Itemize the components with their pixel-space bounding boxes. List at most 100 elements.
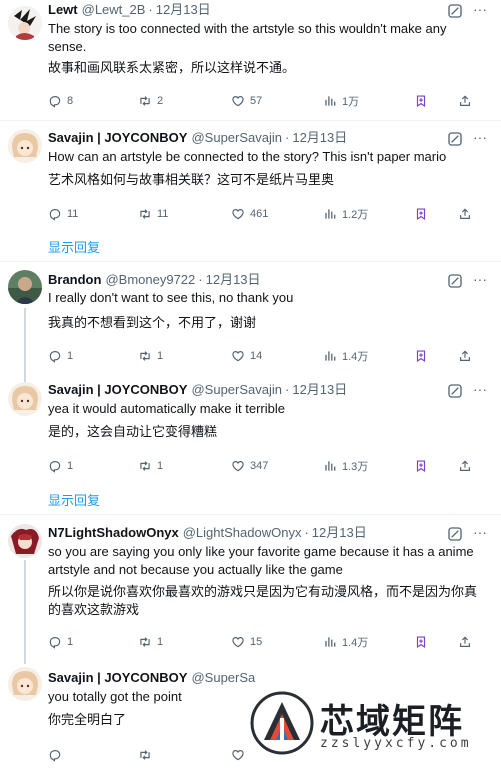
separator-dot: · (285, 382, 290, 397)
bookmark-button[interactable] (414, 205, 433, 223)
timestamp[interactable]: 12月13日 (292, 130, 347, 146)
retweet-count: 11 (157, 208, 169, 220)
bookmark-button[interactable] (414, 92, 433, 110)
timestamp[interactable]: 12月13日 (312, 525, 367, 541)
retweet-button[interactable]: 11 (138, 205, 168, 223)
reply-button[interactable]: 1 (48, 457, 73, 475)
more-icon[interactable]: ··· (471, 525, 489, 543)
avatar-savajin[interactable] (8, 382, 42, 416)
timestamp[interactable]: 12月13日 (206, 272, 261, 288)
retweet-button[interactable]: 1 (138, 457, 163, 475)
tweet-savajin-1[interactable]: Savajin | JOYCONBOY @SuperSavajin · 12月1… (0, 121, 501, 261)
like-button[interactable] (231, 746, 250, 764)
share-button[interactable] (458, 205, 477, 223)
grok-icon[interactable] (447, 526, 463, 542)
avatar-lewt[interactable] (8, 6, 42, 40)
reply-button[interactable]: 1 (48, 633, 73, 651)
views-button[interactable]: 1.4万 (323, 347, 368, 365)
view-count: 1.4万 (342, 637, 369, 649)
share-button[interactable] (458, 347, 477, 365)
grok-icon[interactable] (447, 273, 463, 289)
tweet-savajin-2[interactable]: Savajin | JOYCONBOY @SuperSavajin · 12月1… (0, 372, 501, 512)
reply-icon (48, 748, 62, 762)
grok-icon[interactable] (447, 3, 463, 19)
views-button[interactable]: 1.2万 (323, 205, 368, 223)
like-button[interactable]: 14 (231, 347, 262, 365)
show-replies-link[interactable]: 显示回复 (48, 490, 100, 509)
bookmark-button[interactable] (414, 457, 433, 475)
retweet-button[interactable]: 2 (138, 92, 163, 110)
like-button[interactable]: 15 (231, 633, 262, 651)
retweet-button[interactable] (138, 746, 157, 764)
retweet-icon (138, 459, 152, 473)
reply-button[interactable]: 1 (48, 347, 73, 365)
grok-icon[interactable] (447, 131, 463, 147)
user-handle[interactable]: @SuperSavajin (191, 130, 282, 146)
display-name[interactable]: Savajin | JOYCONBOY (48, 130, 187, 146)
tweet-lewt[interactable]: Lewt @Lewt_2B · 12月13日 ··· The story is … (0, 0, 501, 118)
reply-button[interactable]: 11 (48, 205, 78, 223)
user-handle[interactable]: @SuperSa (191, 670, 255, 686)
display-name[interactable]: N7LightShadowOnyx (48, 525, 179, 541)
like-button[interactable]: 57 (231, 92, 262, 110)
like-count: 461 (250, 208, 269, 220)
tweet-text: so you are saying you only like your fav… (48, 544, 474, 577)
like-button[interactable]: 461 (231, 205, 268, 223)
reply-icon (48, 94, 62, 108)
action-bar: 8 2 57 1万 (48, 92, 488, 110)
display-name[interactable]: Savajin | JOYCONBOY (48, 670, 187, 686)
avatar-brandon[interactable] (8, 270, 42, 304)
reply-icon (48, 207, 62, 221)
retweet-icon (138, 207, 152, 221)
display-name[interactable]: Lewt (48, 2, 78, 18)
user-handle[interactable]: @Bmoney9722 (105, 272, 195, 288)
share-icon (458, 207, 472, 221)
tweet-brandon[interactable]: Brandon @Bmoney9722 · 12月13日 ··· I reall… (0, 262, 501, 372)
retweet-count: 1 (157, 636, 164, 648)
show-replies-link[interactable]: 显示回复 (48, 237, 100, 256)
more-icon[interactable]: ··· (471, 272, 489, 290)
more-icon[interactable]: ··· (471, 2, 489, 20)
display-name[interactable]: Savajin | JOYCONBOY (48, 382, 187, 398)
timestamp[interactable]: 12月13日 (292, 382, 347, 398)
reply-button[interactable] (48, 746, 67, 764)
view-count: 1.3万 (342, 461, 369, 473)
like-icon (231, 349, 245, 363)
bookmark-icon (414, 207, 428, 221)
reply-button[interactable]: 8 (48, 92, 73, 110)
bookmark-button[interactable] (414, 633, 433, 651)
share-icon (458, 94, 472, 108)
views-button[interactable]: 1.4万 (323, 633, 368, 651)
more-icon[interactable]: ··· (471, 382, 489, 400)
views-icon (323, 349, 337, 363)
retweet-button[interactable]: 1 (138, 347, 163, 365)
avatar-n7lightshadowonyx[interactable] (8, 524, 42, 558)
user-handle[interactable]: @LightShadowOnyx (183, 525, 302, 541)
avatar-savajin[interactable] (8, 667, 42, 701)
avatar-savajin[interactable] (8, 129, 42, 163)
action-bar: 1 1 14 1.4万 (48, 347, 488, 365)
tweet-n7lightshadowonyx[interactable]: N7LightShadowOnyx @LightShadowOnyx · 12月… (0, 515, 501, 655)
like-count: 15 (250, 636, 263, 648)
timestamp[interactable]: 12月13日 (156, 2, 211, 18)
views-button[interactable]: 1.3万 (323, 457, 368, 475)
like-icon (231, 207, 245, 221)
reply-icon (48, 459, 62, 473)
share-button[interactable] (458, 633, 477, 651)
user-handle[interactable]: @Lewt_2B (82, 2, 146, 18)
share-button[interactable] (458, 457, 477, 475)
share-button[interactable] (458, 92, 477, 110)
watermark-url: zzslyyxcfy.com (320, 736, 472, 751)
tweet-text: yea it would automatically make it terri… (48, 401, 285, 416)
bookmark-icon (414, 635, 428, 649)
grok-icon[interactable] (447, 383, 463, 399)
like-button[interactable]: 347 (231, 457, 268, 475)
user-handle[interactable]: @SuperSavajin (191, 382, 282, 398)
display-name[interactable]: Brandon (48, 272, 101, 288)
like-count: 347 (250, 460, 269, 472)
retweet-button[interactable]: 1 (138, 633, 163, 651)
more-icon[interactable]: ··· (471, 130, 489, 148)
bookmark-button[interactable] (414, 347, 433, 365)
views-button[interactable]: 1万 (323, 92, 359, 110)
retweet-count: 1 (157, 350, 164, 362)
